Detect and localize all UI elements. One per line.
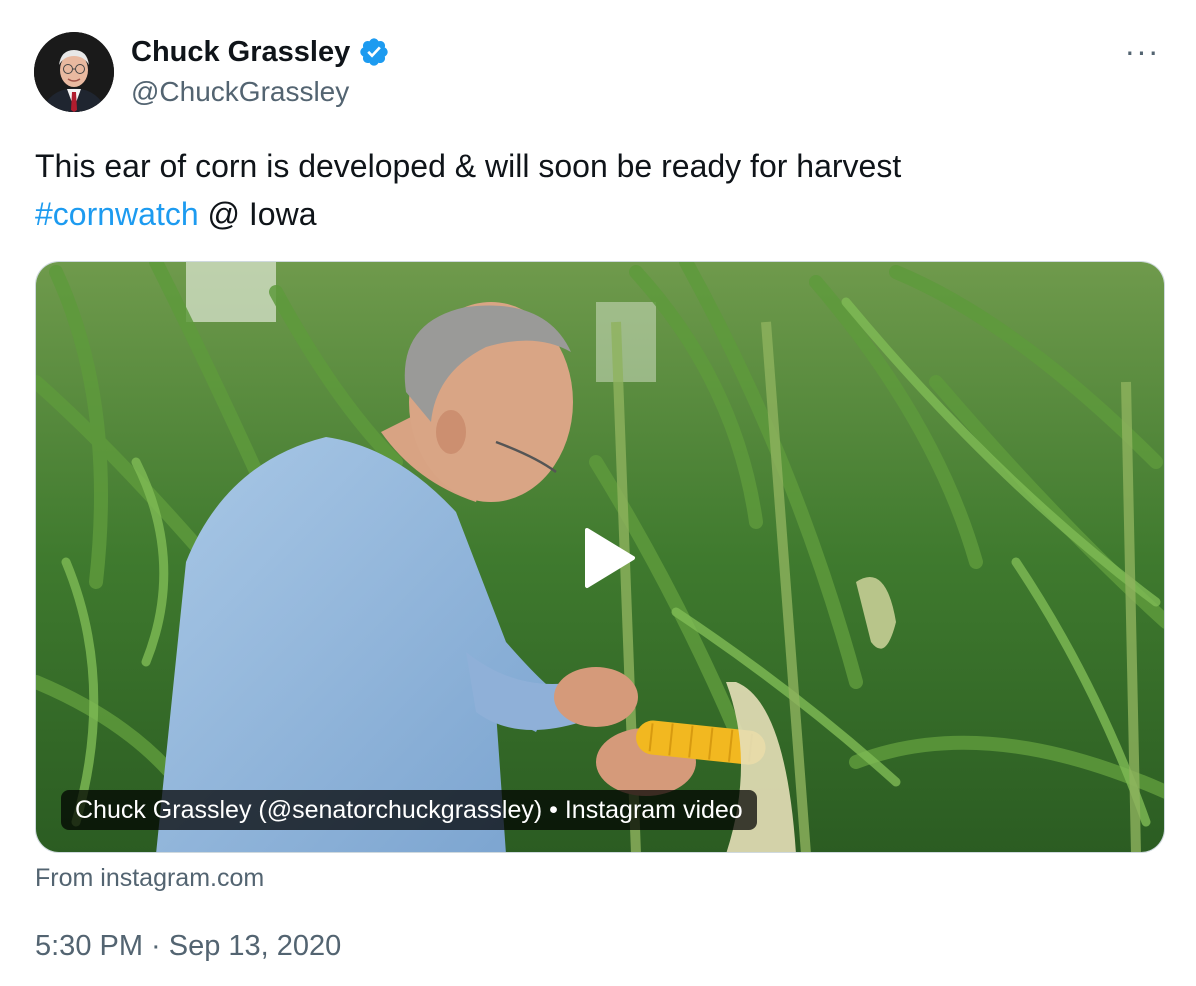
timestamp[interactable]: 5:30 PM · Sep 13, 2020 — [35, 926, 341, 966]
more-options-icon[interactable]: ··· — [1122, 33, 1162, 69]
tweet-text: This ear of corn is developed & will soo… — [35, 142, 1155, 238]
handle[interactable]: @ChuckGrassley — [131, 74, 349, 110]
display-name-row[interactable]: Chuck Grassley — [131, 34, 390, 70]
avatar[interactable] — [34, 32, 114, 112]
source-link[interactable]: From instagram.com — [35, 862, 264, 894]
tweet-text-line: This ear of corn is developed & will soo… — [35, 148, 902, 184]
location-text: @ Iowa — [198, 196, 317, 232]
tweet-card: Chuck Grassley @ChuckGrassley ··· This e… — [0, 0, 1196, 986]
video-caption: Chuck Grassley (@senatorchuckgrassley) •… — [61, 790, 757, 830]
hashtag-link[interactable]: #cornwatch — [35, 196, 199, 232]
display-name[interactable]: Chuck Grassley — [131, 34, 350, 70]
verified-badge-icon — [360, 38, 388, 66]
video-player[interactable]: Chuck Grassley (@senatorchuckgrassley) •… — [35, 261, 1165, 853]
play-icon[interactable] — [571, 522, 643, 594]
tweet-text-line: #cornwatch @ Iowa — [35, 190, 1155, 238]
